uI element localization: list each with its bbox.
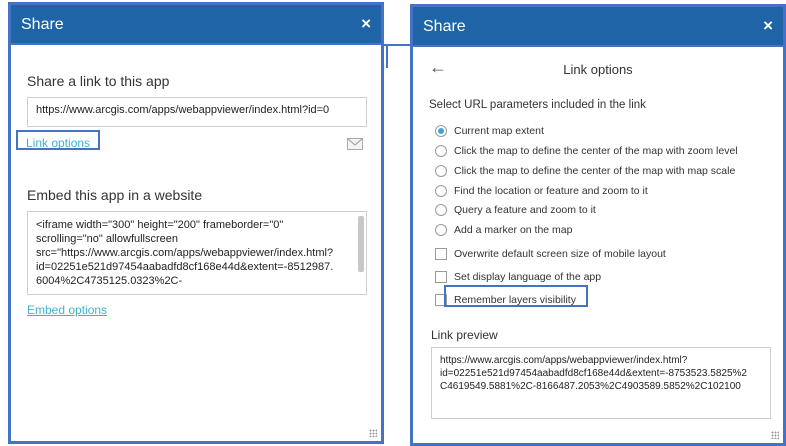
checkbox[interactable] — [435, 248, 447, 260]
preview-heading: Link preview — [431, 328, 498, 342]
preview-line: https://www.arcgis.com/apps/webappviewer… — [440, 355, 688, 366]
embed-code-line: scrolling="no" allowfullscreen — [36, 233, 179, 245]
checkbox[interactable] — [435, 271, 447, 283]
share-link-heading: Share a link to this app — [27, 73, 170, 89]
share-panel-right: Share × ← Link options Select URL parame… — [410, 4, 786, 446]
radio-button[interactable] — [435, 125, 447, 137]
textarea-scrollbar[interactable] — [358, 216, 364, 272]
header-title: Share — [21, 16, 64, 33]
share-panel-left: Share × Share a link to this app https:/… — [8, 2, 384, 444]
radio-label: Query a feature and zoom to it — [454, 204, 596, 216]
resize-handle-icon[interactable] — [771, 431, 779, 439]
radio-button[interactable] — [435, 185, 447, 197]
radio-button[interactable] — [435, 204, 447, 216]
radio-label: Add a marker on the map — [454, 224, 573, 236]
radio-button[interactable] — [435, 145, 447, 157]
radio-label: Click the map to define the center of th… — [454, 145, 738, 157]
resize-handle-icon[interactable] — [369, 429, 377, 437]
embed-code-line: 6004%2C4735125.0323%2C- — [36, 275, 183, 287]
embed-code-textarea[interactable]: <iframe width="300" height="200" framebo… — [27, 211, 367, 295]
close-icon[interactable]: × — [361, 14, 371, 34]
embed-code-line: id=02251e521d97454aabadfd8cf168e44d&exte… — [36, 261, 334, 273]
envelope-icon[interactable] — [347, 138, 363, 150]
checkbox-label: Set display language of the app — [454, 271, 602, 283]
embed-heading: Embed this app in a website — [27, 187, 203, 203]
radio-label: Click the map to define the center of th… — [454, 165, 736, 177]
checkbox-label: Overwrite default screen size of mobile … — [454, 248, 666, 260]
connector-line — [384, 44, 412, 46]
radio-label: Current map extent — [454, 125, 544, 137]
preview-line: C4619549.5881%2C-8166487.2053%2C4903589.… — [440, 381, 741, 392]
preview-line: id=02251e521d97454aabadfd8cf168e44d&exte… — [440, 368, 747, 379]
connector-line — [386, 44, 388, 68]
close-icon[interactable]: × — [763, 16, 773, 36]
link-preview-box[interactable]: https://www.arcgis.com/apps/webappviewer… — [431, 347, 771, 419]
share-url-field[interactable]: https://www.arcgis.com/apps/webappviewer… — [27, 97, 367, 127]
share-header: Share × — [413, 7, 783, 47]
embed-options-link[interactable]: Embed options — [27, 303, 107, 317]
embed-code-line: src="https://www.arcgis.com/apps/webappv… — [36, 247, 334, 259]
header-title: Share — [423, 18, 466, 35]
link-options-highlight — [16, 130, 100, 150]
remember-layers-highlight — [444, 285, 588, 307]
share-header: Share × — [11, 5, 381, 45]
radio-label: Find the location or feature and zoom to… — [454, 185, 648, 197]
link-options-title: Link options — [563, 62, 633, 77]
share-url-value: https://www.arcgis.com/apps/webappviewer… — [36, 104, 330, 116]
radio-button[interactable] — [435, 224, 447, 236]
embed-code-line: <iframe width="300" height="200" framebo… — [36, 219, 284, 231]
radio-button[interactable] — [435, 165, 447, 177]
params-heading: Select URL parameters included in the li… — [429, 99, 646, 111]
